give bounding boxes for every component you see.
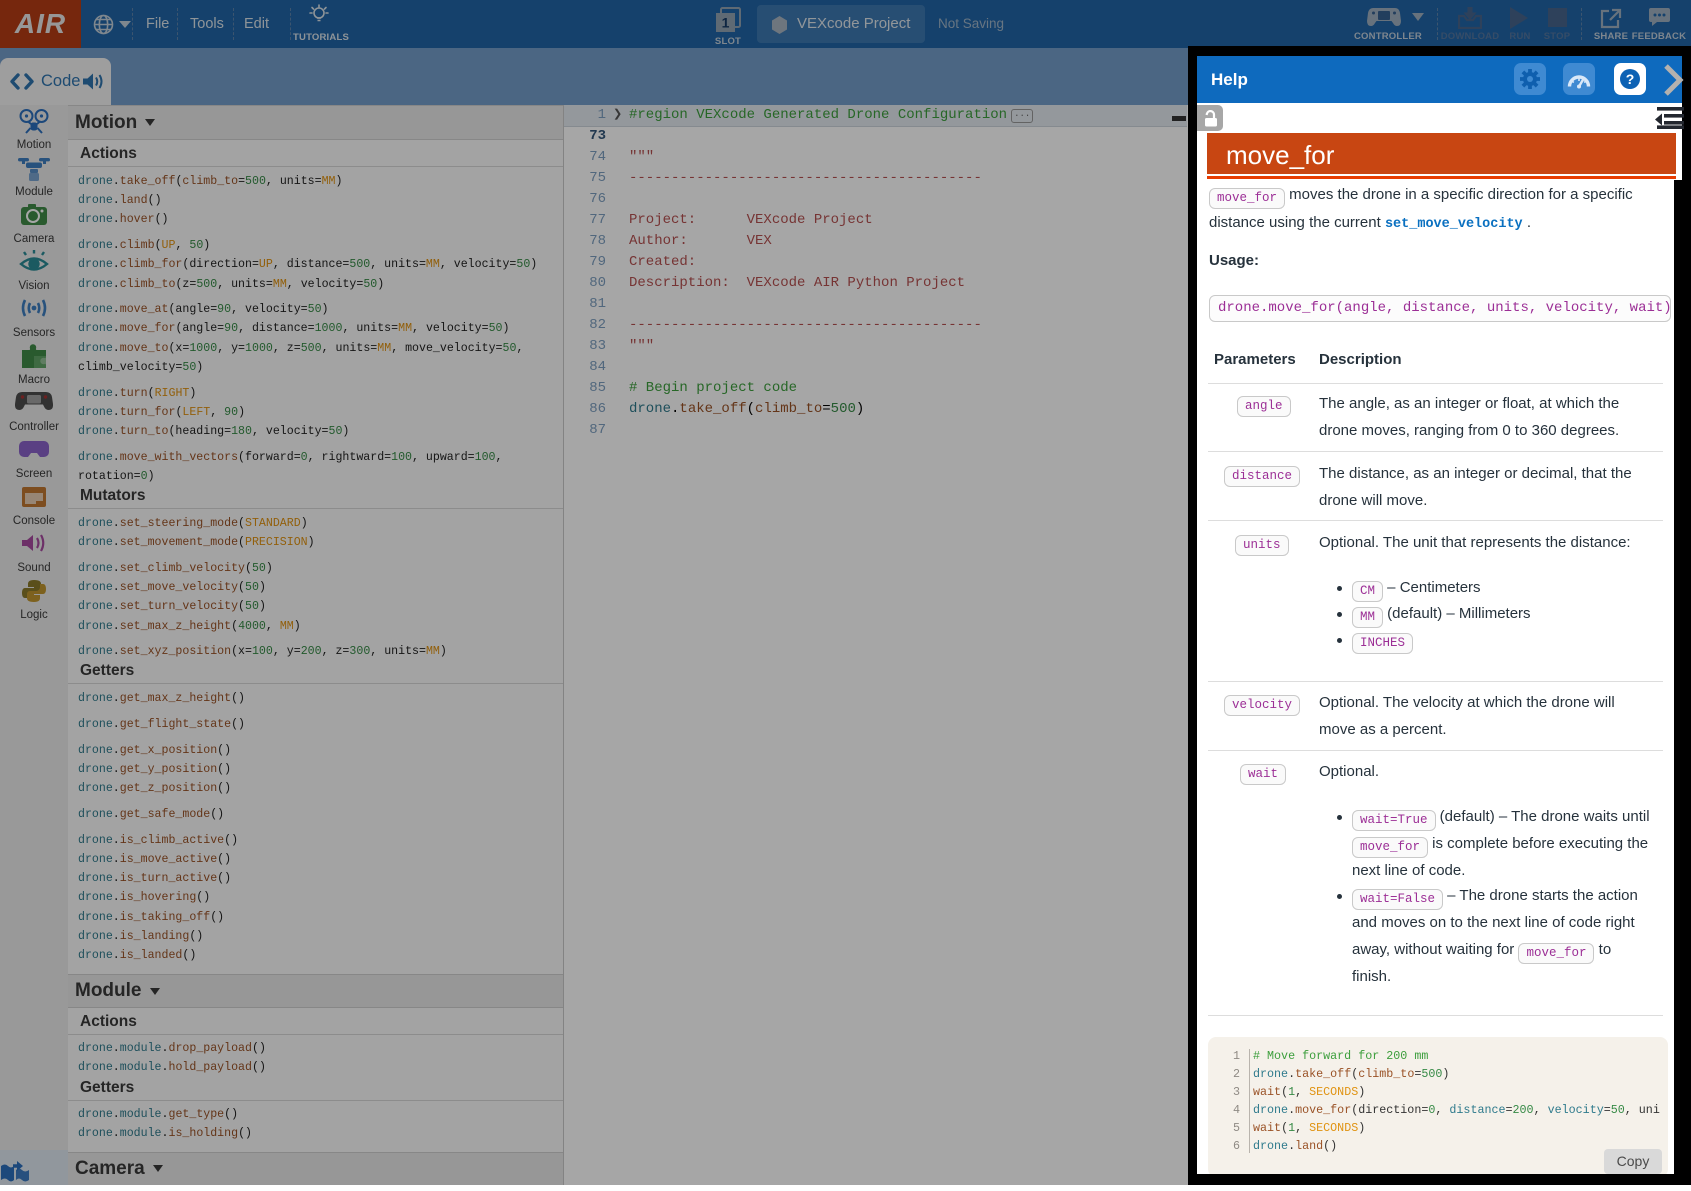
- svg-text:?: ?: [1626, 71, 1635, 87]
